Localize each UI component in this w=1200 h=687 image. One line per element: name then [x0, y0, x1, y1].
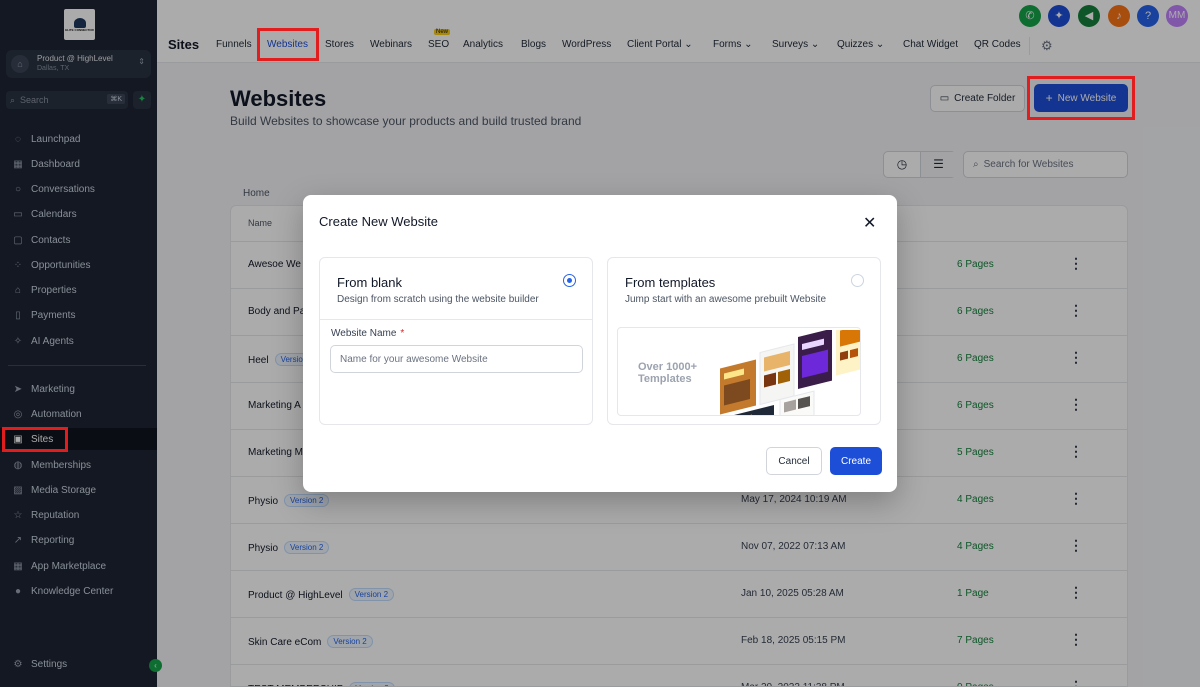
from-templates-subtitle: Jump start with an awesome prebuilt Webs…	[625, 294, 827, 305]
templates-preview: Over 1000+ Templates	[617, 327, 861, 416]
from-templates-option[interactable]: From templates Jump start with an awesom…	[607, 257, 881, 425]
from-templates-radio[interactable]	[851, 274, 864, 287]
from-blank-subtitle: Design from scratch using the website bu…	[337, 294, 539, 305]
highlight-websites-tab	[257, 28, 319, 61]
website-name-label: Website Name *	[331, 328, 404, 339]
templates-promo-text: Over 1000+ Templates	[638, 361, 698, 385]
card-divider	[320, 319, 592, 320]
create-website-modal: Create New Website ✕ From blank Design f…	[303, 195, 897, 492]
modal-title: Create New Website	[319, 214, 438, 229]
from-templates-title: From templates	[625, 275, 716, 290]
from-blank-title: From blank	[337, 275, 403, 290]
cancel-button[interactable]: Cancel	[766, 447, 822, 475]
highlight-sites-nav	[2, 427, 68, 452]
required-asterisk: *	[400, 328, 405, 339]
from-blank-option[interactable]: From blank Design from scratch using the…	[319, 257, 593, 425]
create-button[interactable]: Create	[830, 447, 882, 475]
website-name-input[interactable]	[330, 345, 583, 373]
templates-collage-image	[720, 330, 860, 415]
website-name-label-text: Website Name	[331, 328, 397, 339]
from-blank-radio[interactable]	[563, 274, 576, 287]
highlight-new-website	[1027, 76, 1135, 120]
close-icon[interactable]: ✕	[863, 213, 876, 233]
